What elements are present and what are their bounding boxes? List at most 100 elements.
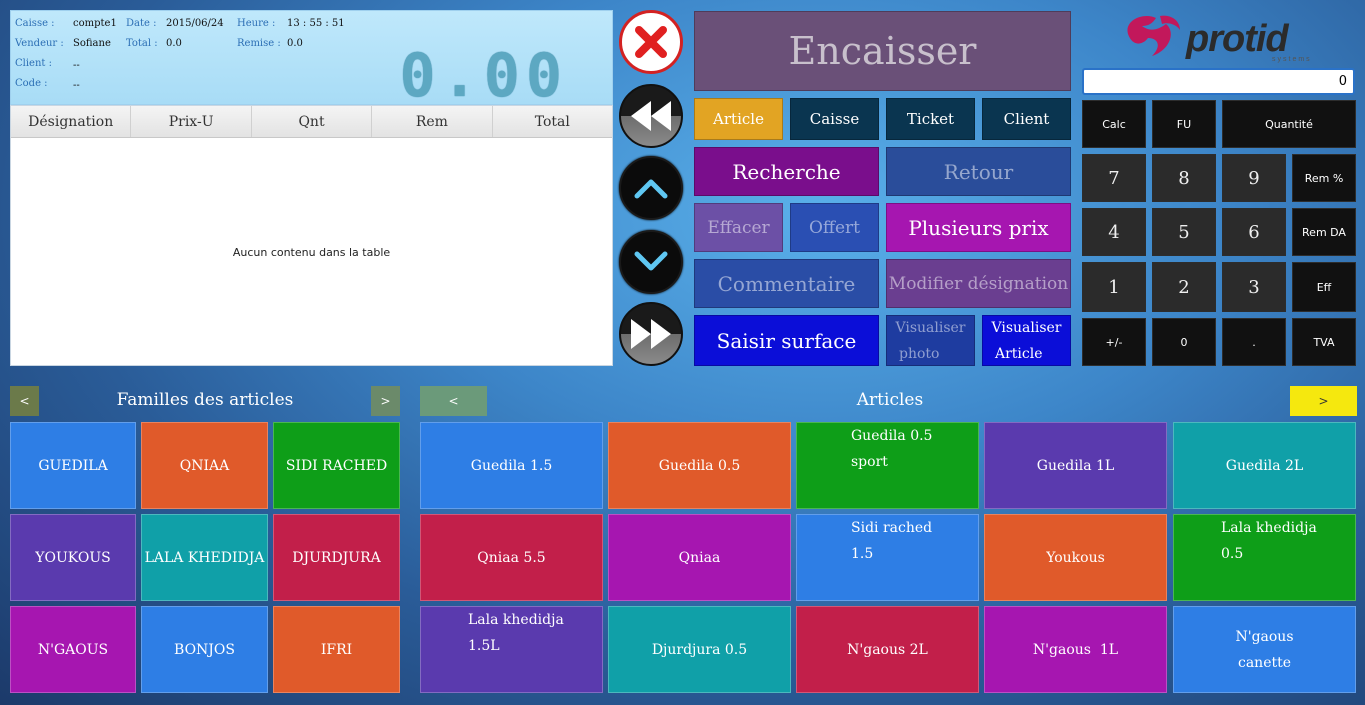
- article-label-line1: Guedila 0.5: [851, 428, 933, 444]
- visualiser-photo-button[interactable]: Visualiser photo: [886, 315, 975, 366]
- famille-youkous[interactable]: YOUKOUS: [10, 514, 136, 601]
- cancel-button[interactable]: [619, 10, 683, 74]
- article-ngaous-1l[interactable]: N'gaous 1L: [984, 606, 1167, 693]
- digit-8-key[interactable]: 8: [1152, 154, 1216, 202]
- visualiser-article-line2: Article: [995, 345, 1043, 362]
- article-label-line2: canette: [1237, 654, 1292, 671]
- digit-3-key[interactable]: 3: [1222, 262, 1286, 312]
- caisse-value: compte1: [73, 18, 117, 29]
- rem-da-key[interactable]: Rem DA: [1292, 208, 1356, 256]
- last-page-button[interactable]: [619, 302, 683, 366]
- digit-7-key[interactable]: 7: [1082, 154, 1146, 202]
- digit-2-key[interactable]: 2: [1152, 262, 1216, 312]
- familles-next-button[interactable]: >: [371, 386, 400, 416]
- keypad-display-input[interactable]: 0: [1082, 68, 1355, 95]
- article-guedila-0-5-sport[interactable]: Guedila 0.5 sport: [796, 422, 979, 509]
- article-lala-khedidja-0-5[interactable]: Lala khedidja 0.5: [1173, 514, 1356, 601]
- digit-4-key[interactable]: 4: [1082, 208, 1146, 256]
- eff-key[interactable]: Eff: [1292, 262, 1356, 312]
- chevron-down-icon: [634, 251, 668, 271]
- date-label: Date :: [126, 18, 157, 29]
- recherche-button[interactable]: Recherche: [694, 147, 879, 196]
- article-guedila-1-5[interactable]: Guedila 1.5: [420, 422, 603, 509]
- article-label-line1: N'gaous: [1235, 628, 1294, 645]
- famille-ngaous[interactable]: N'GAOUS: [10, 606, 136, 693]
- offert-button[interactable]: Offert: [790, 203, 879, 252]
- visualiser-photo-line1: Visualiser: [895, 319, 966, 336]
- fu-key[interactable]: FU: [1152, 100, 1216, 148]
- scroll-down-button[interactable]: [619, 230, 683, 294]
- fast-forward-icon: [631, 319, 671, 349]
- famille-bonjos[interactable]: BONJOS: [141, 606, 268, 693]
- article-guedila-1l[interactable]: Guedila 1L: [984, 422, 1167, 509]
- digit-9-key[interactable]: 9: [1222, 154, 1286, 202]
- logo-mark-icon: [1127, 15, 1180, 56]
- tab-client[interactable]: Client: [982, 98, 1071, 140]
- famille-sidi-rached[interactable]: SIDI RACHED: [273, 422, 400, 509]
- article-youkous[interactable]: Youkous: [984, 514, 1167, 601]
- col-designation[interactable]: Désignation: [11, 106, 132, 137]
- heure-value: 13 : 55 : 51: [287, 18, 345, 29]
- article-sidi-rached-1-5[interactable]: Sidi rached 1.5: [796, 514, 979, 601]
- ticket-table[interactable]: Désignation Prix-U Qnt Rem Total Aucun c…: [10, 105, 613, 366]
- article-label-line1: Sidi rached: [851, 520, 933, 536]
- articles-next-button[interactable]: >: [1290, 386, 1357, 416]
- chevron-up-icon: [634, 179, 668, 199]
- famille-ifri[interactable]: IFRI: [273, 606, 400, 693]
- vendeur-label: Vendeur :: [15, 38, 64, 49]
- digit-0-key[interactable]: 0: [1152, 318, 1216, 366]
- commentaire-button[interactable]: Commentaire: [694, 259, 879, 308]
- ticket-info-panel: Caisse : compte1 Date : 2015/06/24 Heure…: [10, 10, 613, 111]
- date-value: 2015/06/24: [166, 18, 224, 29]
- article-label-line2: 1.5: [851, 546, 874, 562]
- famille-djurdjura[interactable]: DJURDJURA: [273, 514, 400, 601]
- tab-ticket[interactable]: Ticket: [886, 98, 975, 140]
- plusieurs-prix-button[interactable]: Plusieurs prix: [886, 203, 1071, 252]
- rem-percent-key[interactable]: Rem %: [1292, 154, 1356, 202]
- heure-label: Heure :: [237, 18, 276, 29]
- visualiser-article-button[interactable]: Visualiser Article: [982, 315, 1071, 366]
- calc-key[interactable]: Calc: [1082, 100, 1146, 148]
- client-value: --: [73, 60, 80, 71]
- article-guedila-0-5[interactable]: Guedila 0.5: [608, 422, 791, 509]
- col-qnt[interactable]: Qnt: [252, 106, 373, 137]
- col-prix-u[interactable]: Prix-U: [131, 106, 252, 137]
- retour-button[interactable]: Retour: [886, 147, 1071, 196]
- article-qniaa-5-5[interactable]: Qniaa 5.5: [420, 514, 603, 601]
- digit-1-key[interactable]: 1: [1082, 262, 1146, 312]
- dot-key[interactable]: .: [1222, 318, 1286, 366]
- tab-article[interactable]: Article: [694, 98, 783, 140]
- encaisser-button[interactable]: Encaisser: [694, 11, 1071, 91]
- familles-prev-button[interactable]: <: [10, 386, 39, 416]
- articles-prev-button[interactable]: <: [420, 386, 487, 416]
- digit-6-key[interactable]: 6: [1222, 208, 1286, 256]
- quantite-key[interactable]: Quantité: [1222, 100, 1356, 148]
- logo-subtext: systems: [1272, 56, 1312, 63]
- total-label: Total :: [126, 38, 158, 49]
- first-page-button[interactable]: [619, 84, 683, 148]
- empty-table-message: Aucun contenu dans la table: [232, 246, 391, 259]
- scroll-up-button[interactable]: [619, 156, 683, 220]
- famille-guedila[interactable]: GUEDILA: [10, 422, 136, 509]
- effacer-button[interactable]: Effacer: [694, 203, 783, 252]
- tab-caisse[interactable]: Caisse: [790, 98, 879, 140]
- article-qniaa[interactable]: Qniaa: [608, 514, 791, 601]
- famille-qniaa[interactable]: QNIAA: [141, 422, 268, 509]
- article-lala-khedidja-1-5l[interactable]: Lala khedidja 1.5L: [420, 606, 603, 693]
- saisir-surface-button[interactable]: Saisir surface: [694, 315, 879, 366]
- article-ngaous-2l[interactable]: N'gaous 2L: [796, 606, 979, 693]
- article-guedila-2l[interactable]: Guedila 2L: [1173, 422, 1356, 509]
- article-label-line2: 0.5: [1221, 546, 1244, 562]
- client-label: Client :: [15, 58, 52, 69]
- article-djurdjura-0-5[interactable]: Djurdjura 0.5: [608, 606, 791, 693]
- article-ngaous-canette[interactable]: N'gaous canette: [1173, 606, 1356, 693]
- table-header: Désignation Prix-U Qnt Rem Total: [11, 106, 612, 138]
- famille-lala-khedidja[interactable]: LALA KHEDIDJA: [141, 514, 268, 601]
- visualiser-photo-line2: photo: [899, 345, 940, 362]
- col-total[interactable]: Total: [493, 106, 612, 137]
- digit-5-key[interactable]: 5: [1152, 208, 1216, 256]
- plus-minus-key[interactable]: +/-: [1082, 318, 1146, 366]
- tva-key[interactable]: TVA: [1292, 318, 1356, 366]
- col-rem[interactable]: Rem: [372, 106, 493, 137]
- modifier-designation-button[interactable]: Modifier désignation: [886, 259, 1071, 308]
